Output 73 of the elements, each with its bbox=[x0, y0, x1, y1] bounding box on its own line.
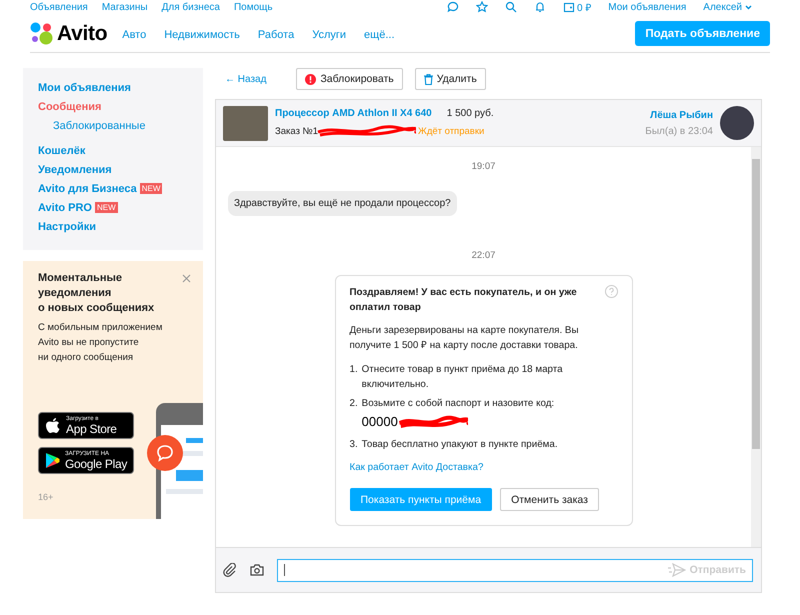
nav-link[interactable]: Недвижимость bbox=[164, 29, 240, 41]
card-text: Деньги зарезервированы на карте покупателя. Вы получите 1 500 ₽ на карту после доставки товара. bbox=[350, 324, 580, 353]
sidebar-subitem[interactable]: Заблокированные bbox=[53, 120, 146, 132]
store-name: App Store bbox=[66, 422, 117, 436]
step-text: Возьмите с собой паспорт и назовите код: bbox=[362, 397, 556, 411]
store-name: Google Play bbox=[65, 458, 128, 470]
post-ad-button[interactable]: Подать объявление bbox=[635, 21, 770, 46]
star-icon[interactable] bbox=[476, 1, 488, 13]
new-badge: NEW bbox=[140, 183, 162, 194]
block-button[interactable]: Заблокировать bbox=[296, 68, 403, 90]
redaction-scribble bbox=[398, 415, 468, 429]
logo-dots-icon bbox=[30, 22, 54, 46]
step-text: Товар бесплатно упакуют в пункте приёма. bbox=[362, 438, 559, 452]
last-seen-text: Был(а) в 23:04 bbox=[645, 126, 713, 136]
my-ads-link[interactable]: Мои объявления bbox=[608, 2, 686, 12]
bell-icon[interactable] bbox=[534, 1, 546, 13]
top-link[interactable]: Помощь bbox=[234, 2, 273, 12]
paper-plane-icon bbox=[668, 563, 686, 577]
camera-icon[interactable] bbox=[250, 564, 264, 576]
show-pickup-points-button[interactable]: Показать пункты приёма bbox=[350, 488, 492, 511]
sidebar-item[interactable]: Avito PRO bbox=[38, 202, 92, 214]
sidebar-item[interactable]: Сообщения bbox=[38, 100, 102, 112]
order-status: Ждёт отправки bbox=[418, 126, 484, 136]
promo-text: С мобильным приложением Avito вы не пропустите ни одного сообщения bbox=[38, 321, 164, 365]
step-number: 1. bbox=[350, 363, 358, 377]
message-time: 19:07 bbox=[472, 161, 496, 172]
product-photo-placeholder bbox=[223, 106, 268, 140]
avatar-circle[interactable] bbox=[720, 106, 754, 140]
product-title-link[interactable]: Процессор AMD Athlon II X4 640 bbox=[275, 108, 432, 119]
sidebar-item[interactable]: Avito для Бизнеса bbox=[38, 182, 137, 194]
order-number: Заказ №1 bbox=[275, 126, 318, 136]
apple-icon bbox=[45, 416, 61, 434]
user-menu[interactable]: Алексей bbox=[703, 2, 742, 12]
top-link[interactable]: Объявления bbox=[30, 2, 88, 12]
close-icon[interactable] bbox=[182, 274, 191, 283]
play-triangle-icon bbox=[45, 452, 60, 469]
chat-icon[interactable] bbox=[446, 1, 459, 13]
nav-link[interactable]: Авто bbox=[122, 29, 146, 41]
trash-icon bbox=[424, 74, 433, 84]
step-text: Отнесите товар в пункт приёма до 18 марта включительно. bbox=[362, 363, 564, 392]
chat-bubble-icon bbox=[147, 435, 183, 471]
user-name-link[interactable]: Лёша Рыбин bbox=[650, 110, 713, 120]
age-rating: 16+ bbox=[38, 492, 54, 502]
help-link[interactable]: Как работает Avito Доставка? bbox=[350, 462, 484, 473]
paperclip-icon[interactable] bbox=[223, 563, 237, 577]
incoming-message: Здравствуйте, вы ещё не продали процессор? bbox=[228, 191, 457, 216]
product-price: 1 500 руб. bbox=[446, 108, 494, 119]
sidebar-item[interactable]: Мои объявления bbox=[38, 82, 131, 94]
delete-button[interactable]: Удалить bbox=[414, 68, 486, 90]
search-icon[interactable] bbox=[504, 1, 517, 13]
nav-link[interactable]: Работа bbox=[258, 29, 294, 41]
alert-icon bbox=[305, 74, 316, 84]
top-link[interactable]: Для бизнеса bbox=[162, 2, 220, 12]
step-number: 3. bbox=[350, 438, 358, 452]
scrollbar[interactable] bbox=[751, 147, 761, 547]
step-number: 2. bbox=[350, 397, 358, 411]
card-title: Поздравляем! У вас есть покупатель, и он уже оплатил товар bbox=[350, 286, 578, 315]
new-badge: NEW bbox=[95, 202, 118, 213]
top-link[interactable]: Магазины bbox=[102, 2, 148, 12]
nav-link[interactable]: Услуги bbox=[312, 29, 346, 41]
back-link[interactable]: ← Назад bbox=[225, 74, 266, 84]
cancel-order-button[interactable]: Отменить заказ bbox=[500, 488, 599, 511]
caret-icon[interactable] bbox=[745, 4, 752, 10]
wallet-icon[interactable] bbox=[562, 1, 575, 13]
promo-title: Моментальные уведомления о новых сообщениях bbox=[38, 271, 156, 316]
pickup-code: 00000 bbox=[362, 413, 398, 431]
nav-link[interactable]: ещё... bbox=[364, 29, 395, 41]
sidebar-item[interactable]: Уведомления bbox=[38, 164, 112, 176]
logo-text[interactable]: Avito bbox=[57, 22, 108, 46]
message-time: 22:07 bbox=[472, 250, 496, 261]
sidebar-item[interactable]: Настройки bbox=[38, 220, 96, 232]
sidebar-item[interactable]: Кошелёк bbox=[38, 144, 86, 156]
wallet-balance[interactable]: 0 ₽ bbox=[576, 0, 592, 14]
